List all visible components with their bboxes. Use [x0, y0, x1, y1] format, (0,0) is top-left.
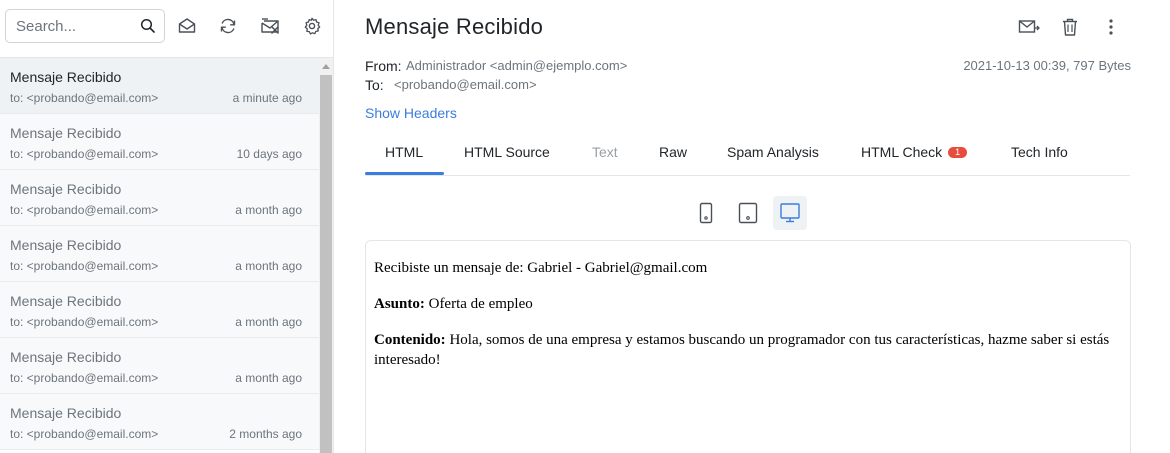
- search-box[interactable]: [5, 9, 165, 43]
- message-time: a month ago: [235, 371, 302, 385]
- body-line-asunto: Asunto: Oferta de empleo: [374, 294, 1122, 314]
- tab-html-check-label: HTML Check: [861, 144, 943, 160]
- message-recipient: to: <probando@email.com>: [10, 91, 159, 105]
- message-time: 2 months ago: [229, 427, 302, 441]
- scrollbar-thumb[interactable]: [320, 75, 332, 453]
- to-value: <probando@email.com>: [394, 77, 537, 92]
- sidebar-toolbar: [0, 0, 334, 58]
- message-subject: Mensaje Recibido: [10, 181, 122, 197]
- message-time: a month ago: [235, 259, 302, 273]
- desktop-view-icon[interactable]: [773, 196, 807, 230]
- message-recipient: to: <probando@email.com>: [10, 203, 159, 217]
- mailbox-clear-icon[interactable]: [258, 14, 282, 38]
- forward-mail-icon[interactable]: [1018, 16, 1040, 38]
- contenido-value: Hola, somos de una empresa y estamos bus…: [374, 332, 1110, 368]
- from-label: From:: [365, 58, 402, 74]
- message-list-item[interactable]: Mensaje Recibido to: <probando@email.com>…: [0, 338, 319, 394]
- message-recipient: to: <probando@email.com>: [10, 315, 159, 329]
- scrollbar[interactable]: [319, 58, 333, 453]
- trash-icon[interactable]: [1059, 16, 1081, 38]
- message-body-preview: Recibiste un mensaje de: Gabriel - Gabri…: [365, 240, 1131, 453]
- page-title: Mensaje Recibido: [365, 14, 544, 39]
- message-list-item[interactable]: Mensaje Recibido to: <probando@email.com>…: [0, 226, 319, 282]
- mobile-view-icon[interactable]: [689, 196, 723, 230]
- tab-html-check[interactable]: HTML Check 1: [861, 144, 968, 160]
- asunto-label: Asunto:: [374, 296, 425, 312]
- gear-icon[interactable]: [300, 14, 324, 38]
- message-time: a month ago: [235, 315, 302, 329]
- message-list-item[interactable]: Mensaje Recibido to: <probando@email.com>…: [0, 170, 319, 226]
- message-list-item[interactable]: Mensaje Recibido to: <probando@email.com>…: [0, 282, 319, 338]
- message-subject: Mensaje Recibido: [10, 405, 122, 421]
- message-list-item[interactable]: Mensaje Recibido to: <probando@email.com>…: [0, 114, 319, 170]
- tablet-view-icon[interactable]: [731, 196, 765, 230]
- message-time: a minute ago: [232, 91, 302, 105]
- scroll-up-arrow-icon[interactable]: [322, 64, 330, 69]
- message-subject: Mensaje Recibido: [10, 125, 122, 141]
- body-line-contenido: Contenido: Hola, somos de una empresa y …: [374, 330, 1122, 370]
- message-subject: Mensaje Recibido: [10, 349, 122, 365]
- envelope-open-icon[interactable]: [175, 14, 199, 38]
- message-recipient: to: <probando@email.com>: [10, 371, 159, 385]
- tab-html-source[interactable]: HTML Source: [464, 144, 550, 160]
- from-value: Administrador <admin@ejemplo.com>: [406, 58, 628, 73]
- message-list-item[interactable]: Mensaje Recibido to: <probando@email.com>…: [0, 394, 319, 450]
- message-list-item[interactable]: Mensaje Recibido to: <probando@email.com>…: [0, 58, 319, 114]
- sidebar: Mensaje Recibido to: <probando@email.com>…: [0, 0, 334, 453]
- message-time: 10 days ago: [236, 147, 302, 161]
- tab-tech-info[interactable]: Tech Info: [1011, 144, 1068, 160]
- tab-raw[interactable]: Raw: [659, 144, 687, 160]
- message-subject: Mensaje Recibido: [10, 69, 122, 85]
- more-options-icon[interactable]: [1100, 16, 1122, 38]
- message-view: Mensaje Recibido From: Administrador <ad…: [335, 0, 1170, 453]
- asunto-value: Oferta de empleo: [428, 296, 533, 312]
- message-meta: 2021-10-13 00:39, 797 Bytes: [963, 58, 1131, 73]
- contenido-label: Contenido:: [374, 332, 446, 348]
- message-recipient: to: <probando@email.com>: [10, 259, 159, 273]
- message-list: Mensaje Recibido to: <probando@email.com>…: [0, 58, 319, 453]
- tab-spam-analysis[interactable]: Spam Analysis: [727, 144, 819, 160]
- tab-text[interactable]: Text: [592, 144, 618, 160]
- view-tabs: HTML HTML Source Text Raw Spam Analysis …: [365, 132, 1130, 176]
- message-recipient: to: <probando@email.com>: [10, 427, 159, 441]
- tab-html[interactable]: HTML: [385, 144, 423, 160]
- refresh-icon[interactable]: [216, 14, 240, 38]
- search-icon[interactable]: [140, 18, 156, 34]
- active-tab-indicator: [365, 172, 444, 175]
- to-label: To:: [365, 77, 384, 93]
- message-time: a month ago: [235, 203, 302, 217]
- message-subject: Mensaje Recibido: [10, 237, 122, 253]
- show-headers-link[interactable]: Show Headers: [365, 105, 457, 121]
- search-input[interactable]: [6, 10, 138, 42]
- body-line-sender: Recibiste un mensaje de: Gabriel - Gabri…: [374, 260, 708, 276]
- html-check-badge: 1: [948, 147, 968, 158]
- message-subject: Mensaje Recibido: [10, 293, 122, 309]
- message-recipient: to: <probando@email.com>: [10, 147, 159, 161]
